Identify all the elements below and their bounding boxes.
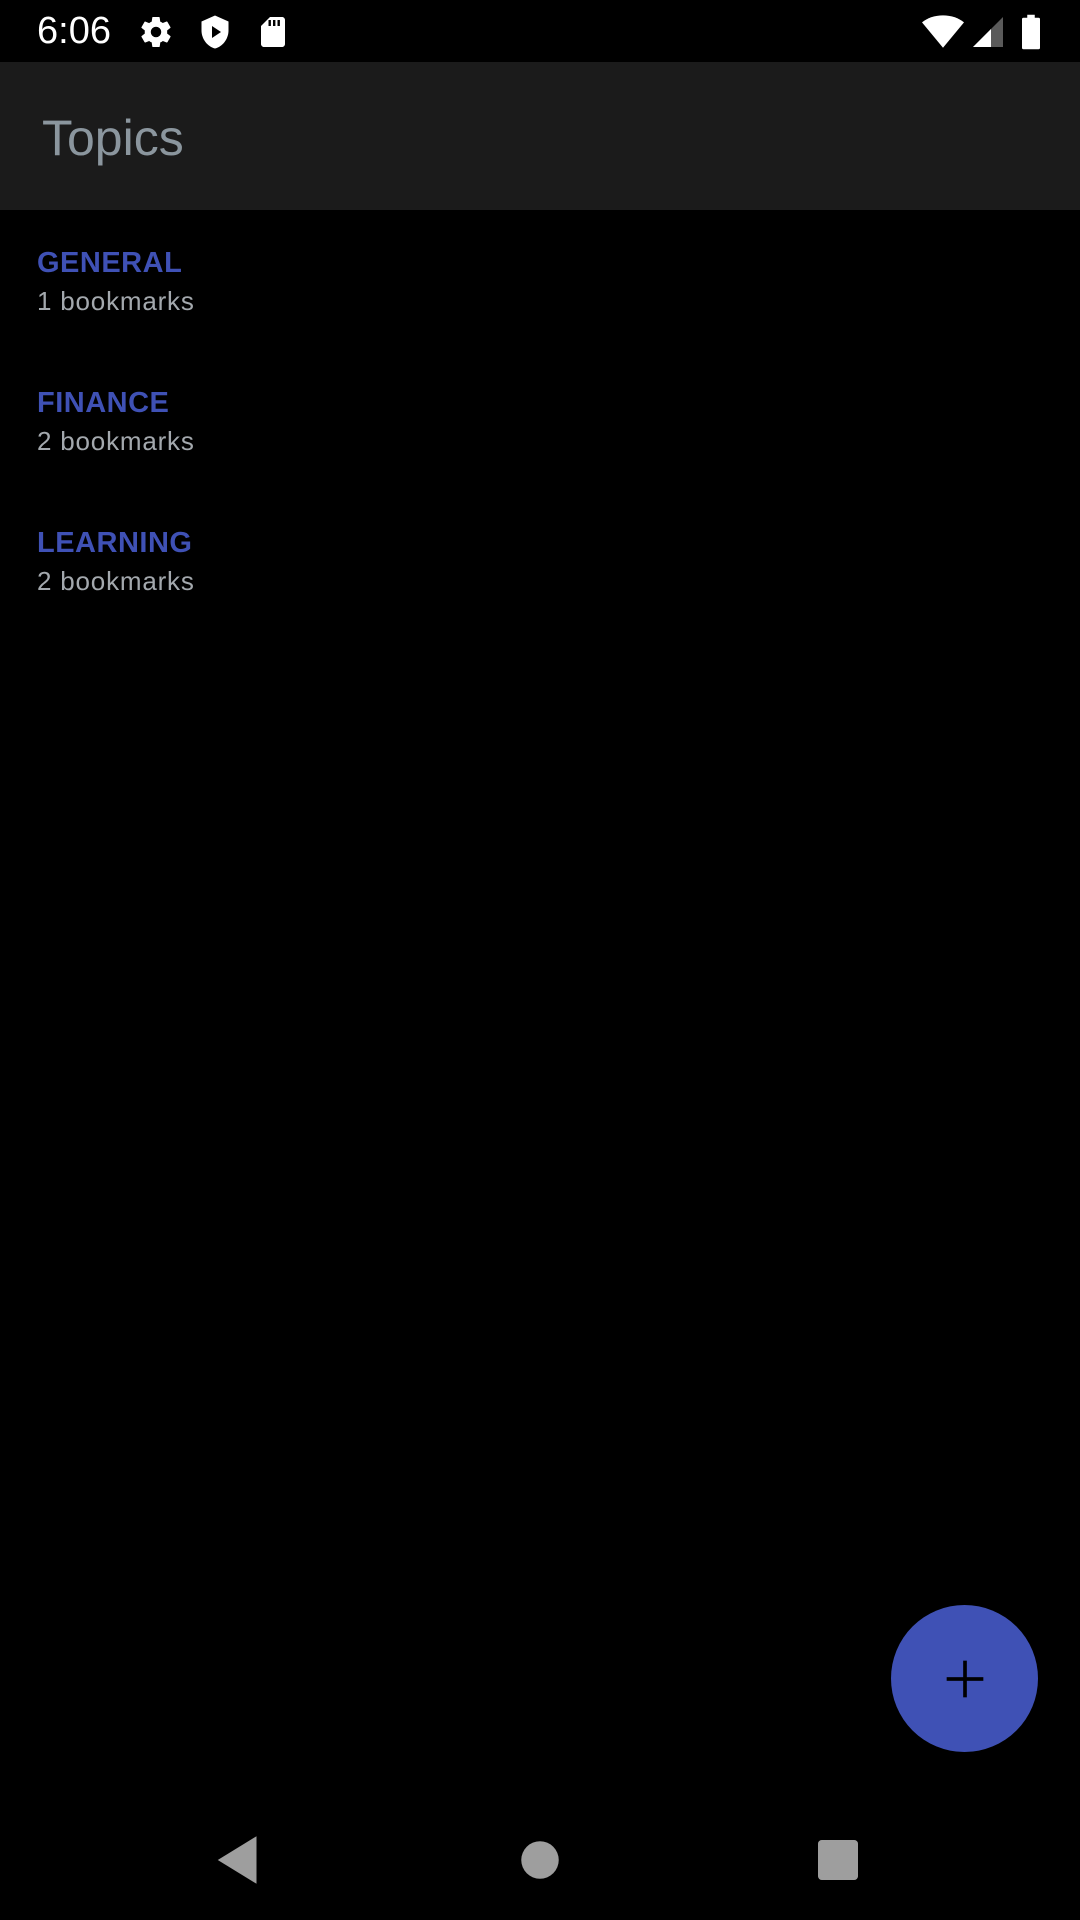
- page-title: Topics: [42, 110, 184, 166]
- topic-bookmark-count: 2 bookmarks: [37, 566, 195, 596]
- plus-icon: [946, 1660, 983, 1697]
- gear-icon: [138, 14, 174, 50]
- topic-list: GENERAL 1 bookmarks FINANCE 2 bookmarks …: [0, 210, 1080, 630]
- topic-bookmark-count: 1 bookmarks: [37, 286, 195, 316]
- back-icon[interactable]: [209, 1830, 269, 1890]
- list-item-topic[interactable]: FINANCE 2 bookmarks: [0, 350, 1080, 490]
- cell-signal-icon: [970, 14, 1006, 50]
- screen: 6:06 Topics GENERAL 1 bookmarks FINANCE …: [0, 0, 1080, 1920]
- topic-name: GENERAL: [37, 247, 183, 279]
- home-icon[interactable]: [510, 1830, 570, 1890]
- recents-icon[interactable]: [808, 1830, 868, 1890]
- topic-name: LEARNING: [37, 527, 193, 559]
- topic-name: FINANCE: [37, 387, 170, 419]
- app-bar: Topics: [0, 62, 1080, 210]
- list-item-topic[interactable]: GENERAL 1 bookmarks: [0, 210, 1080, 350]
- add-topic-button[interactable]: [891, 1605, 1038, 1752]
- shield-play-icon: [197, 14, 233, 50]
- list-item-topic[interactable]: LEARNING 2 bookmarks: [0, 490, 1080, 630]
- status-bar: 6:06: [0, 0, 1080, 62]
- wifi-icon: [922, 14, 964, 50]
- system-nav-bar: [0, 1800, 1080, 1920]
- sd-card-icon: [255, 14, 291, 50]
- status-time: 6:06: [37, 10, 111, 52]
- battery-icon: [1018, 14, 1044, 50]
- topic-bookmark-count: 2 bookmarks: [37, 426, 195, 456]
